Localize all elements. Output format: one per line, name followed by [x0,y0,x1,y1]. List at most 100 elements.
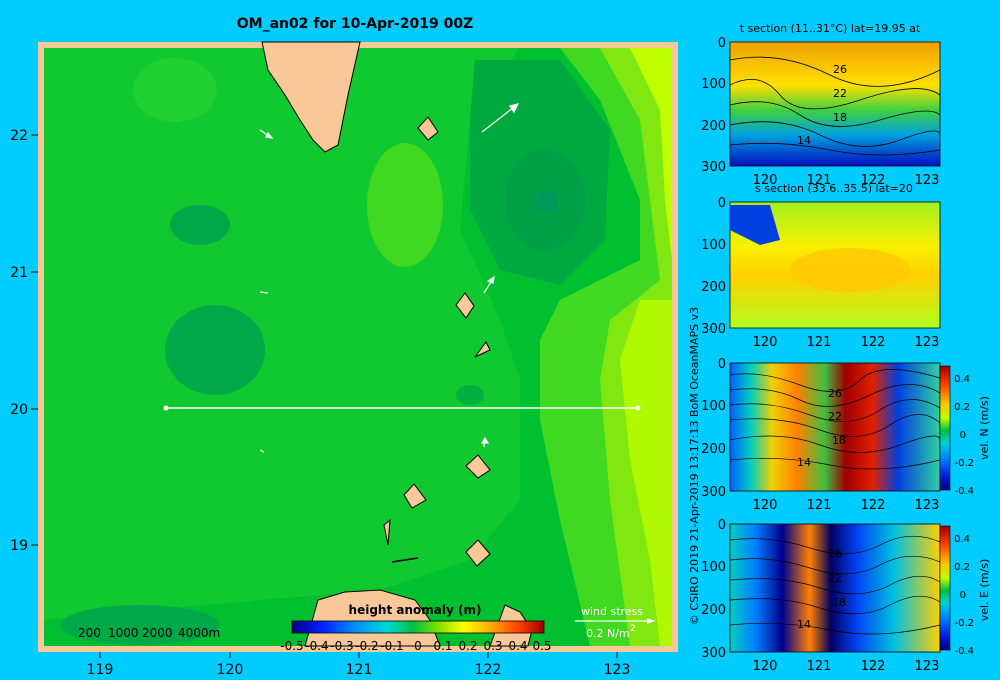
colorbar-tick: -0.3 [330,639,353,653]
lon-tick: 123 [604,662,631,678]
depth-tick: 0 [718,36,726,51]
colorbar-tick: 0 [414,639,422,653]
colorbar-tick: -0.2 [355,639,378,653]
vel-tick: 0.2 [954,562,970,573]
lon-tick: 121 [346,662,373,678]
depth-tick: 200 [701,280,726,295]
contour-label: 18 [832,434,846,447]
vel-tick: -0.4 [954,486,974,497]
colorbar-tick: 0.3 [483,639,502,653]
panel-lon-tick: 123 [915,659,940,674]
vel-tick: 0 [960,590,966,601]
figure-canvas: OM_an02 for 10-Apr-2019 00Z 22 21 20 19 … [10,16,991,678]
panel-lon-tick: 122 [861,659,886,674]
panel-lon-tick: 123 [915,498,940,513]
panel-lon-tick: 120 [753,335,778,350]
depth-tick: 100 [701,560,726,575]
sea-west-region [44,48,520,620]
colorbar-tick: -0.5 [280,639,303,653]
contour-label: 14 [797,134,811,147]
panel-s-section: s section (33.6..35.5) lat=20 [729,182,941,329]
depth-tick: 100 [701,238,726,253]
depth-legend-item: 2000 [142,626,173,640]
lon-tick: 120 [217,662,244,678]
lon-tick: 119 [87,662,114,678]
contour-label: 22 [828,410,842,423]
vel-tick: 0 [960,430,966,441]
lat-tick: 21 [10,265,28,281]
eddy-ne-center [534,191,558,213]
panel-lon-tick: 123 [915,335,940,350]
wind-stress-label: wind stress [581,605,643,618]
s-section-title: s section (33.6..35.5) lat=20 [755,182,913,195]
colorbar-title: height anomaly (m) [349,603,482,617]
map-lon-axis: 119 120 121 122 123 [87,652,631,678]
depth-tick: 300 [701,322,726,337]
depth-tick: 300 [701,485,726,500]
panel-lon-tick: 123 [915,173,940,188]
lat-tick: 20 [10,402,28,418]
contour-label: 18 [832,596,846,609]
depth-legend: 200 1000 2000 4000m [78,626,220,640]
main-map: 22 21 20 19 119 120 121 122 123 200 1000… [10,41,678,678]
vel-n-label: vel. N (m/s) [978,396,991,460]
depth-tick: 300 [701,646,726,661]
depth-legend-item: 4000m [178,626,220,640]
vel-tick: -0.2 [954,458,974,469]
depth-legend-item: 200 [78,626,101,640]
panel-lon-tick: 122 [861,335,886,350]
colorbar-tick: -0.4 [305,639,328,653]
panel-lon-tick: 121 [807,335,832,350]
eddy-w1 [170,205,230,245]
t-section-title: t section (11..31°C) lat=19.95 at [740,22,921,35]
contour-label: 26 [833,63,847,76]
vel-tick: -0.2 [954,618,974,629]
depth-tick: 300 [701,160,726,175]
colorbar-tick: 0.2 [458,639,477,653]
light-patch-c [367,143,443,267]
contour-label: 14 [797,456,811,469]
panel-lon-tick: 121 [807,498,832,513]
panel-t-section: t section (11..31°C) lat=19.95 at 26 22 … [729,22,941,167]
eddy-w2 [165,305,265,395]
panel-vel-n: 26 22 18 14 [729,362,951,492]
vel-tick: -0.4 [954,646,974,657]
contour-label: 14 [797,618,811,631]
wind-stress-scale: 0.2 N/m [586,627,630,640]
colorbar-tick: 0.5 [532,639,551,653]
depth-tick: 200 [701,119,726,134]
credit-text: © CSIRO 2019 21-Apr-2019 13:17:13 BoM Oc… [688,307,701,625]
contour-label: 22 [833,87,847,100]
figure-title: OM_an02 for 10-Apr-2019 00Z [237,16,473,32]
eddy-s [456,385,484,405]
depth-tick: 200 [701,442,726,457]
vel-e-label: vel. E (m/s) [978,559,991,622]
colorbar-tick: 0.1 [433,639,452,653]
lat-tick: 19 [10,538,28,554]
vel-tick: 0.4 [954,374,970,385]
panel-lon-tick: 120 [753,173,778,188]
contour-label: 18 [833,111,847,124]
contour-label: 26 [828,547,842,560]
panel-lon-tick: 120 [753,498,778,513]
depth-tick: 0 [718,196,726,211]
depth-tick: 100 [701,399,726,414]
colorbar-tick: 0.4 [508,639,527,653]
depth-legend-item: 1000 [108,626,139,640]
lon-tick: 122 [475,662,502,678]
wind-stress-superscript: 2 [630,624,636,634]
panel-lon-tick: 122 [861,498,886,513]
panel-lon-tick: 120 [753,659,778,674]
vel-tick: 0.4 [954,534,970,545]
vel-colorbar-ticks: 0.4 0.2 0 -0.2 -0.4 0.4 0.2 0 -0.2 -0.4 [954,374,974,657]
panel-lon-tick: 121 [807,173,832,188]
panel-vel-e: 26 22 18 14 [729,523,951,653]
contour-label: 22 [828,572,842,585]
panel-lon-tick: 122 [861,173,886,188]
panel-depth-axes: 0 100 200 300 0 100 200 300 0 100 200 30… [701,36,726,661]
colorbar-tick: -0.1 [380,639,403,653]
contour-label: 26 [828,387,842,400]
map-lat-axis: 22 21 20 19 [10,128,38,554]
depth-tick: 0 [718,518,726,533]
panel-lon-tick: 121 [807,659,832,674]
